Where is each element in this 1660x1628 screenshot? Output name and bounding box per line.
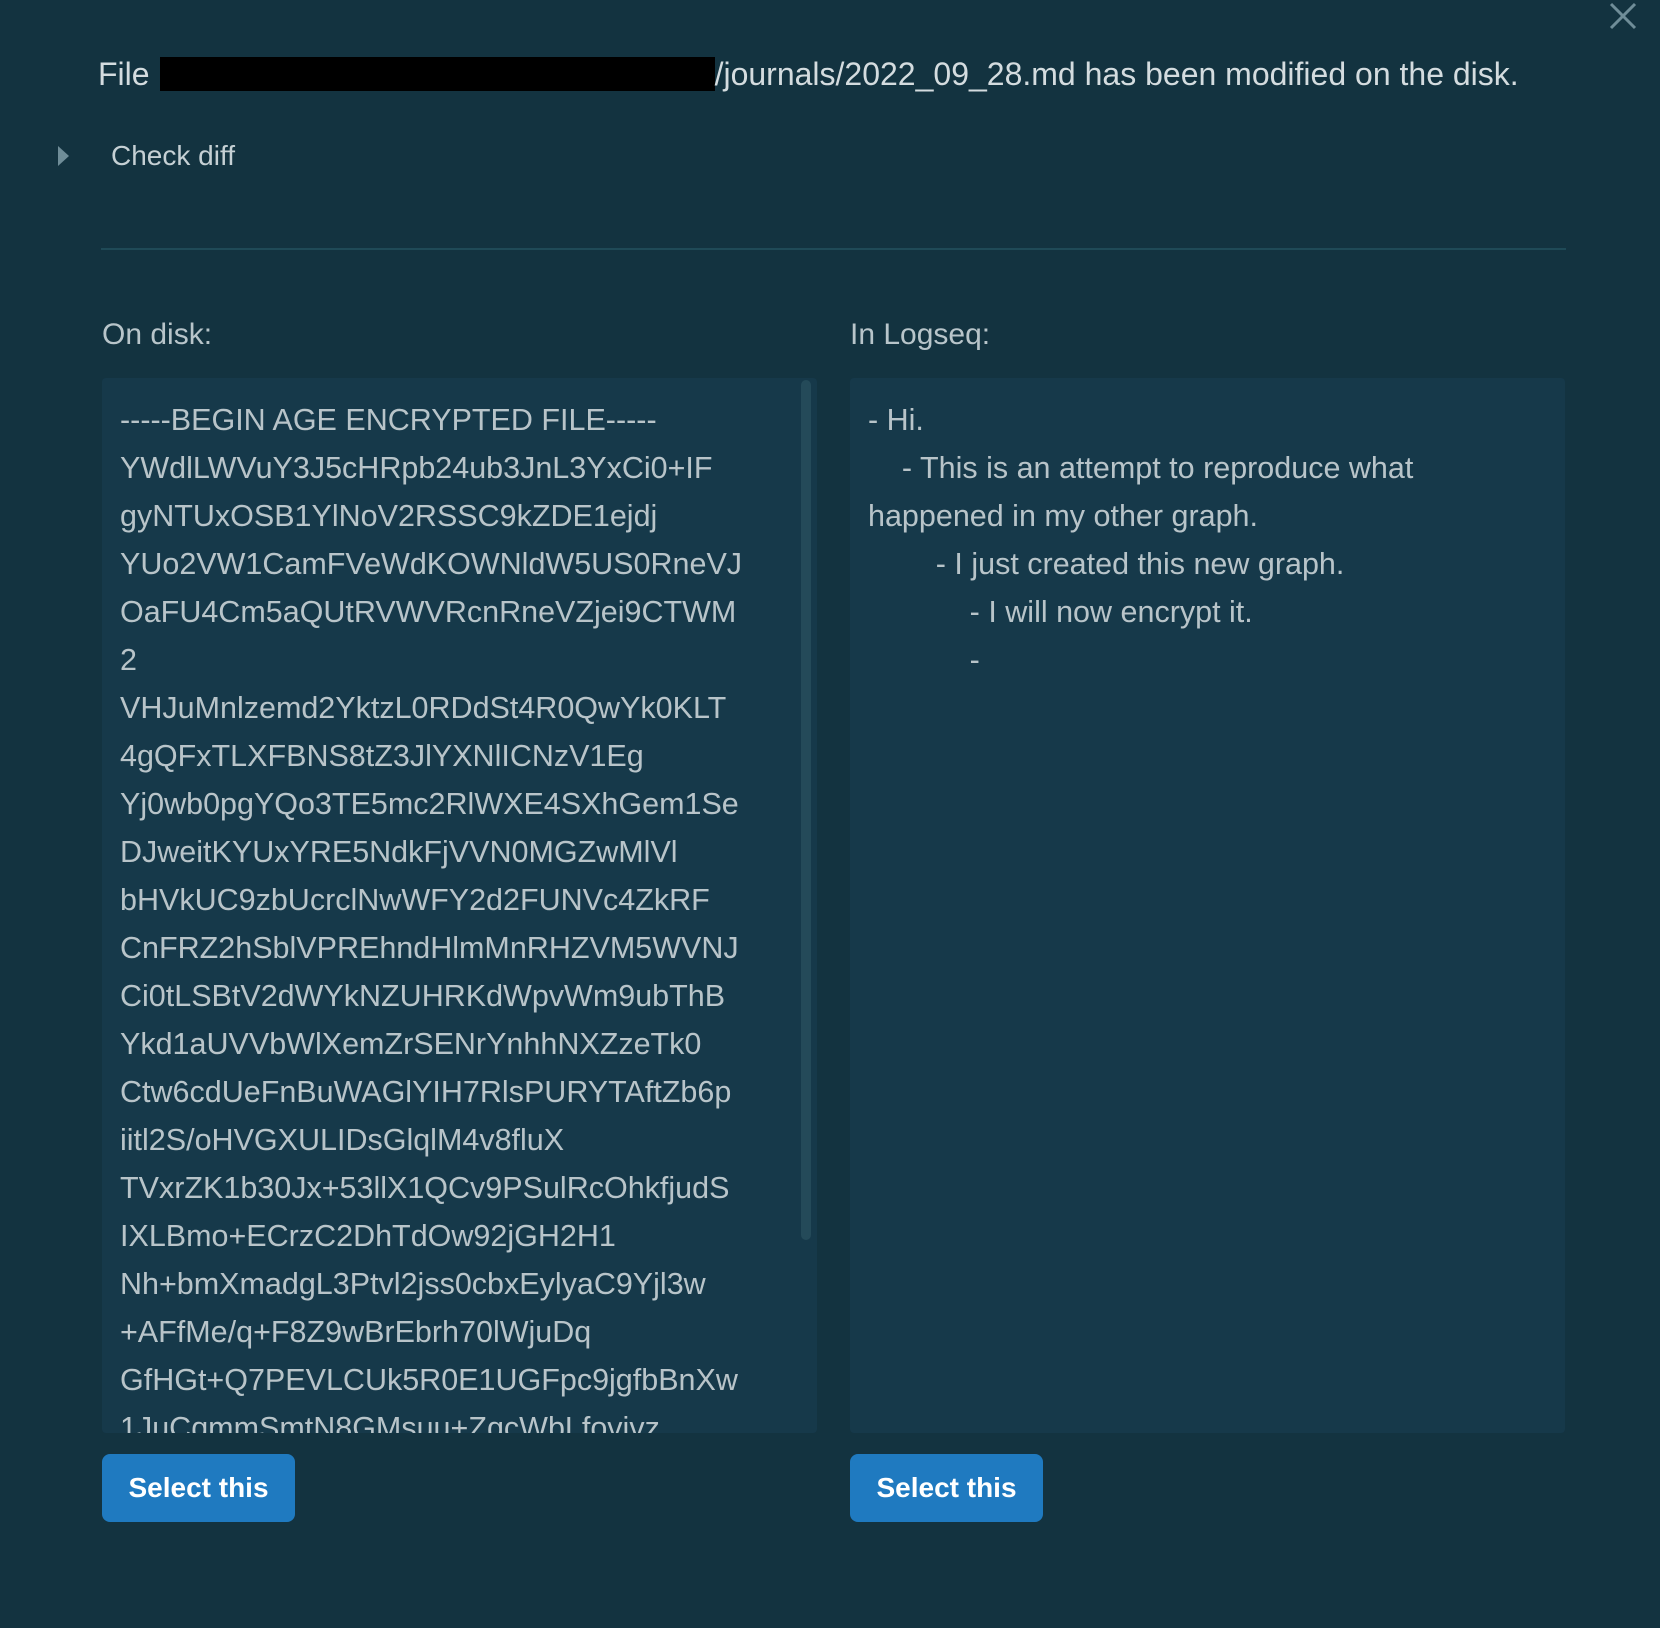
in-logseq-text: - Hi. - This is an attempt to reproduce … (868, 396, 1413, 684)
check-diff-label: Check diff (111, 140, 235, 171)
in-logseq-content[interactable]: - Hi. - This is an attempt to reproduce … (850, 378, 1565, 1433)
logseq-line: - (868, 643, 980, 677)
check-diff-toggle[interactable]: Check diff (58, 140, 235, 172)
disk-line: TVxrZK1b30Jx+53llX1QCv9PSulRcOhkfjudS (120, 1171, 730, 1205)
close-button[interactable] (1605, 0, 1641, 36)
disk-line: iitl2S/oHVGXULIDsGlqlM4v8fluX (120, 1123, 565, 1157)
disk-line: DJweitKYUxYRE5NdkFjVVN0MGZwMlVl (120, 835, 678, 869)
select-in-logseq-button[interactable]: Select this (850, 1454, 1043, 1522)
select-on-disk-button[interactable]: Select this (102, 1454, 295, 1522)
disk-line: OaFU4Cm5aQUtRVWVRcnRneVZjei9CTWM (120, 595, 737, 629)
disk-line: GfHGt+Q7PEVLCUk5R0E1UGFpc9jgfbBnXw (120, 1363, 738, 1397)
on-disk-title: On disk: (102, 318, 213, 351)
logseq-line: - I just created this new graph. (868, 547, 1345, 581)
message-prefix: File (98, 56, 150, 92)
disk-line: Ctw6cdUeFnBuWAGlYIH7RlsPURYTAftZb6p (120, 1075, 732, 1109)
disk-line: 1JuCqmmSmtN8GMsuu+ZqcWbLfovivz (120, 1411, 660, 1433)
scrollbar[interactable] (801, 380, 811, 1240)
disk-line: CnFRZ2hSblVPREhndHlmMnRHZVM5WVNJ (120, 931, 739, 965)
disk-line: VHJuMnlzemd2YktzL0RDdSt4R0QwYk0KLT (120, 691, 727, 725)
logseq-line: - This is an attempt to reproduce what (868, 451, 1414, 485)
caret-right-icon (58, 146, 69, 166)
logseq-line: - Hi. (868, 403, 924, 437)
in-logseq-title: In Logseq: (850, 318, 991, 351)
logseq-line: - I will now encrypt it. (868, 595, 1253, 629)
disk-line: gyNTUxOSB1YlNoV2RSSC9kZDE1ejdj (120, 499, 658, 533)
on-disk-content[interactable]: -----BEGIN AGE ENCRYPTED FILE----- YWdlLW… (102, 378, 817, 1433)
disk-line: Ci0tLSBtV2dWYkNZUHRKdWpvWm9ubThB (120, 979, 726, 1013)
redacted-path (159, 57, 715, 91)
divider (101, 248, 1566, 250)
disk-line: YWdlLWVuY3J5cHRpb24ub3JnL3YxCi0+IF (120, 451, 713, 485)
on-disk-text: -----BEGIN AGE ENCRYPTED FILE----- YWdlLW… (120, 396, 742, 1433)
file-modified-dialog: File /journals/2022_09_28.md has been mo… (0, 0, 1660, 1628)
disk-line: Yj0wb0pgYQo3TE5mc2RlWXE4SXhGem1Se (120, 787, 739, 821)
file-modified-message: File /journals/2022_09_28.md has been mo… (98, 52, 1519, 96)
disk-line: 4gQFxTLXFBNS8tZ3JlYXNlICNzV1Eg (120, 739, 644, 773)
disk-line: bHVkUC9zbUcrclNwWFY2d2FUNVc4ZkRF (120, 883, 710, 917)
disk-line: Nh+bmXmadgL3Ptvl2jss0cbxEylyaC9Yjl3w (120, 1267, 706, 1301)
disk-line: IXLBmo+ECrzC2DhTdOw92jGH2H1 (120, 1219, 616, 1253)
disk-line: 2 (120, 643, 137, 677)
disk-line: Ykd1aUVVbWlXemZrSENrYnhhNXZzeTk0 (120, 1027, 702, 1061)
disk-line: YUo2VW1CamFVeWdKOWNldW5US0RneVJ (120, 547, 743, 581)
disk-line: +AFfMe/q+F8Z9wBrEbrh70lWjuDq (120, 1315, 592, 1349)
close-icon (1609, 2, 1637, 30)
message-suffix: /journals/2022_09_28.md has been modifie… (714, 56, 1519, 92)
disk-line: -----BEGIN AGE ENCRYPTED FILE----- (120, 403, 657, 437)
logseq-line: happened in my other graph. (868, 499, 1258, 533)
